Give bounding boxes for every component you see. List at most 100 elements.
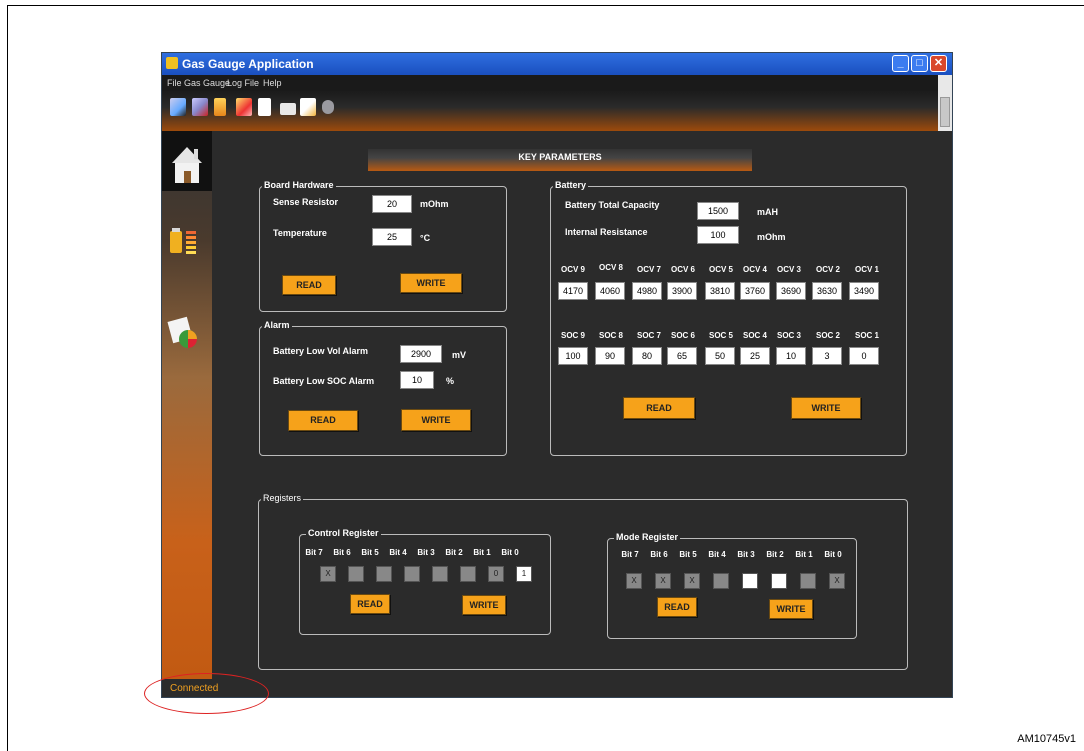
- ocv-header: OCV 8: [598, 263, 623, 272]
- menu-bar: File Gas Gauge Log File Help: [162, 75, 938, 91]
- alarm-read-button[interactable]: READ: [288, 410, 358, 431]
- menu-file[interactable]: File: [167, 78, 182, 88]
- board-write-button[interactable]: WRITE: [400, 273, 462, 293]
- disconnect-icon[interactable]: [192, 98, 208, 116]
- ocv-input[interactable]: 3900: [667, 282, 697, 300]
- key-parameters-banner: KEY PARAMETERS: [368, 149, 752, 171]
- ocv-header: OCV 9: [560, 265, 585, 274]
- vertical-scrollbar[interactable]: [938, 75, 952, 131]
- close-button[interactable]: ✕: [930, 55, 947, 72]
- soc-header: SOC 6: [670, 331, 695, 340]
- mode-read-button[interactable]: READ: [657, 597, 697, 617]
- ocv-input[interactable]: 4170: [558, 282, 588, 300]
- sidebar-home[interactable]: [162, 131, 212, 191]
- battery-capacity-label: Battery Total Capacity: [565, 200, 660, 210]
- ocv-input[interactable]: 4980: [632, 282, 662, 300]
- bit-header: Bit 5: [361, 548, 379, 557]
- calendar-chart-icon: [167, 316, 197, 348]
- board-read-button[interactable]: READ: [282, 275, 336, 295]
- menu-help[interactable]: Help: [263, 78, 282, 88]
- ocv-input[interactable]: 4060: [595, 282, 625, 300]
- ocv-input[interactable]: 3690: [776, 282, 806, 300]
- package-icon[interactable]: [322, 100, 334, 114]
- register-bit[interactable]: 1: [516, 566, 532, 582]
- soc-input[interactable]: 80: [632, 347, 662, 365]
- sense-resistor-unit: mOhm: [420, 199, 449, 209]
- chart-icon[interactable]: [300, 98, 316, 116]
- register-bit[interactable]: [376, 566, 392, 582]
- app-icon: [166, 57, 178, 69]
- bit-header: Bit 6: [333, 548, 351, 557]
- mode-register-group: Mode Register Bit 7 Bit 6 Bit 5 Bit 4 Bit 3 B…: [607, 532, 857, 639]
- ocv-input[interactable]: 3630: [812, 282, 842, 300]
- bit-header: Bit 3: [737, 550, 755, 559]
- alarm-legend: Alarm: [262, 320, 292, 330]
- mode-write-button[interactable]: WRITE: [769, 599, 813, 619]
- register-bit[interactable]: [404, 566, 420, 582]
- battery-capacity-input[interactable]: 1500: [697, 202, 739, 220]
- sidebar-log[interactable]: [166, 313, 206, 353]
- soc-input[interactable]: 90: [595, 347, 625, 365]
- temperature-input[interactable]: 25: [372, 228, 412, 246]
- battery-low-vol-input[interactable]: 2900: [400, 345, 442, 363]
- register-bit[interactable]: X: [829, 573, 845, 589]
- alarm-write-button[interactable]: WRITE: [401, 409, 471, 431]
- register-bit[interactable]: X: [320, 566, 336, 582]
- connect-icon[interactable]: [170, 98, 186, 116]
- battery-write-button[interactable]: WRITE: [791, 397, 861, 419]
- maximize-button[interactable]: □: [911, 55, 928, 72]
- bit-header: Bit 3: [417, 548, 435, 557]
- soc-input[interactable]: 25: [740, 347, 770, 365]
- control-read-button[interactable]: READ: [350, 594, 390, 614]
- battery-icon[interactable]: [214, 98, 226, 116]
- document-icon[interactable]: [258, 98, 271, 116]
- register-bit[interactable]: X: [684, 573, 700, 589]
- menu-log-file[interactable]: Log File: [227, 78, 259, 88]
- battery-level-icon: [170, 228, 196, 254]
- soc-input[interactable]: 100: [558, 347, 588, 365]
- bit-header: Bit 0: [501, 548, 519, 557]
- control-register-group: Control Register Bit 7 Bit 6 Bit 5 Bit 4 Bit…: [299, 528, 551, 635]
- soc-input[interactable]: 65: [667, 347, 697, 365]
- ocv-header: OCV 4: [742, 265, 767, 274]
- registers-legend: Registers: [261, 493, 304, 503]
- temperature-unit: °C: [420, 233, 431, 243]
- battery-low-soc-label: Battery Low SOC Alarm: [273, 376, 375, 386]
- toolbar: [162, 91, 938, 131]
- register-bit[interactable]: [771, 573, 787, 589]
- register-bit[interactable]: [742, 573, 758, 589]
- register-bit[interactable]: [713, 573, 729, 589]
- register-bit[interactable]: X: [655, 573, 671, 589]
- bit-header: Bit 1: [473, 548, 491, 557]
- soc-input[interactable]: 0: [849, 347, 879, 365]
- close-doc-icon[interactable]: [236, 98, 252, 116]
- scrollbar-thumb[interactable]: [940, 97, 950, 127]
- register-bit[interactable]: X: [626, 573, 642, 589]
- home-icon: [172, 147, 202, 183]
- minimize-button[interactable]: _: [892, 55, 909, 72]
- sidebar-battery[interactable]: [166, 221, 206, 261]
- control-write-button[interactable]: WRITE: [462, 595, 506, 615]
- soc-header: SOC 3: [776, 331, 801, 340]
- soc-input[interactable]: 50: [705, 347, 735, 365]
- register-bit[interactable]: [460, 566, 476, 582]
- internal-resistance-input[interactable]: 100: [697, 226, 739, 244]
- register-bit[interactable]: [800, 573, 816, 589]
- soc-header: SOC 4: [742, 331, 767, 340]
- menu-gas-gauge[interactable]: Gas Gauge: [184, 78, 230, 88]
- print-icon[interactable]: [280, 103, 296, 115]
- battery-read-button[interactable]: READ: [623, 397, 695, 419]
- register-bit[interactable]: 0: [488, 566, 504, 582]
- soc-input[interactable]: 3: [812, 347, 842, 365]
- ocv-input[interactable]: 3810: [705, 282, 735, 300]
- app-window: Gas Gauge Application _ □ ✕ File Gas Gau…: [161, 52, 953, 698]
- battery-low-soc-input[interactable]: 10: [400, 371, 434, 389]
- ocv-input[interactable]: 3760: [740, 282, 770, 300]
- register-bit[interactable]: [432, 566, 448, 582]
- soc-input[interactable]: 10: [776, 347, 806, 365]
- sense-resistor-input[interactable]: 20: [372, 195, 412, 213]
- register-bit[interactable]: [348, 566, 364, 582]
- ocv-input[interactable]: 3490: [849, 282, 879, 300]
- ocv-header: OCV 6: [670, 265, 695, 274]
- registers-group: Registers Control Register Bit 7 Bit 6 Bit…: [258, 493, 908, 670]
